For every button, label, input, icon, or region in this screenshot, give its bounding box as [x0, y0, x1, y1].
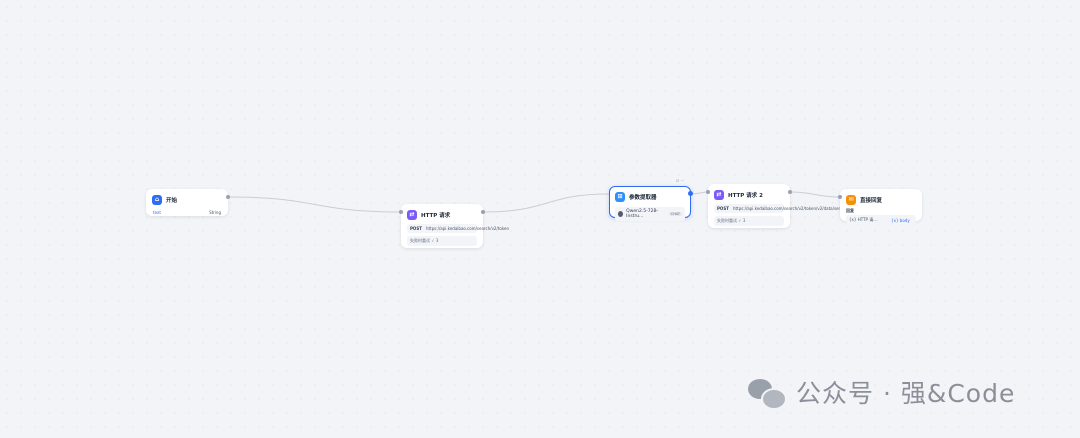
answer-title: 直接回复 — [860, 198, 883, 204]
edge-http1-llm — [482, 193, 610, 213]
answer-ref-source: {x} HTTP 请... — [849, 217, 878, 222]
http1-output-handle[interactable] — [481, 210, 485, 214]
answer-ref-var: {x} body — [891, 217, 910, 223]
workflow-canvas[interactable]: ⌂ 开始 text String ⇄ HTTP 请求 POST https://… — [0, 0, 1080, 438]
start-node[interactable]: ⌂ 开始 text String — [146, 189, 228, 216]
http1-title: HTTP 请求 — [421, 213, 451, 219]
edge-start-http1 — [227, 196, 402, 213]
http1-retry: 失败时重试 ✓ 3 — [407, 236, 477, 246]
llm-output-handle[interactable] — [688, 191, 693, 196]
extractor-icon: ⊞ — [615, 192, 625, 202]
http-request-2-node[interactable]: ⇄ HTTP 请求 2 POST https://api.kedaibao.co… — [708, 184, 844, 228]
model-icon — [618, 211, 624, 217]
model-selector[interactable]: Qwen2.5-72B-Instru... CHAT — [615, 207, 685, 221]
start-var-name: text — [153, 210, 161, 215]
http2-url: https://api.kedaibao.com/search/v2/token… — [732, 206, 844, 211]
http2-method: POST — [717, 206, 729, 211]
http1-url: https://api.kedaibao.com/search/v2/token — [425, 226, 510, 231]
watermark-text: 公众号 · 强&Code — [796, 379, 1016, 408]
http1-input-handle[interactable] — [399, 210, 403, 214]
http2-output-handle[interactable] — [788, 190, 792, 194]
direct-reply-node[interactable]: ✉ 直接回复 回复 {x} HTTP 请... {x} body — [840, 189, 922, 225]
llm-node-toolbar[interactable]: ⊡ ··· — [676, 178, 684, 183]
start-node-title: 开始 — [166, 198, 178, 204]
model-name: Qwen2.5-72B-Instru... — [626, 209, 659, 219]
parameter-extractor-node[interactable]: ⊞ 参数提取器 Qwen2.5-72B-Instru... CHAT — [609, 186, 691, 221]
answer-label: 回复 — [846, 208, 854, 213]
http2-title: HTTP 请求 2 — [728, 193, 763, 199]
watermark: 公众号 · 强&Code — [748, 374, 1015, 410]
wechat-icon — [748, 375, 787, 410]
home-icon: ⌂ — [152, 195, 162, 205]
http1-method: POST — [410, 226, 422, 231]
model-tag: CHAT — [668, 212, 682, 216]
llm-title: 参数提取器 — [629, 195, 657, 201]
http2-input-handle[interactable] — [706, 190, 710, 194]
http-icon: ⇄ — [407, 210, 417, 220]
http-icon: ⇄ — [714, 190, 724, 200]
edge-http2-answer — [789, 191, 841, 198]
start-output-handle[interactable] — [226, 195, 230, 199]
http-request-node[interactable]: ⇄ HTTP 请求 POST https://api.kedaibao.com/… — [401, 204, 509, 248]
reply-icon: ✉ — [846, 195, 856, 205]
start-var-type: String — [209, 210, 221, 215]
http2-retry: 失败时重试 ✓ 3 — [714, 216, 784, 226]
answer-input-handle[interactable] — [838, 195, 842, 199]
